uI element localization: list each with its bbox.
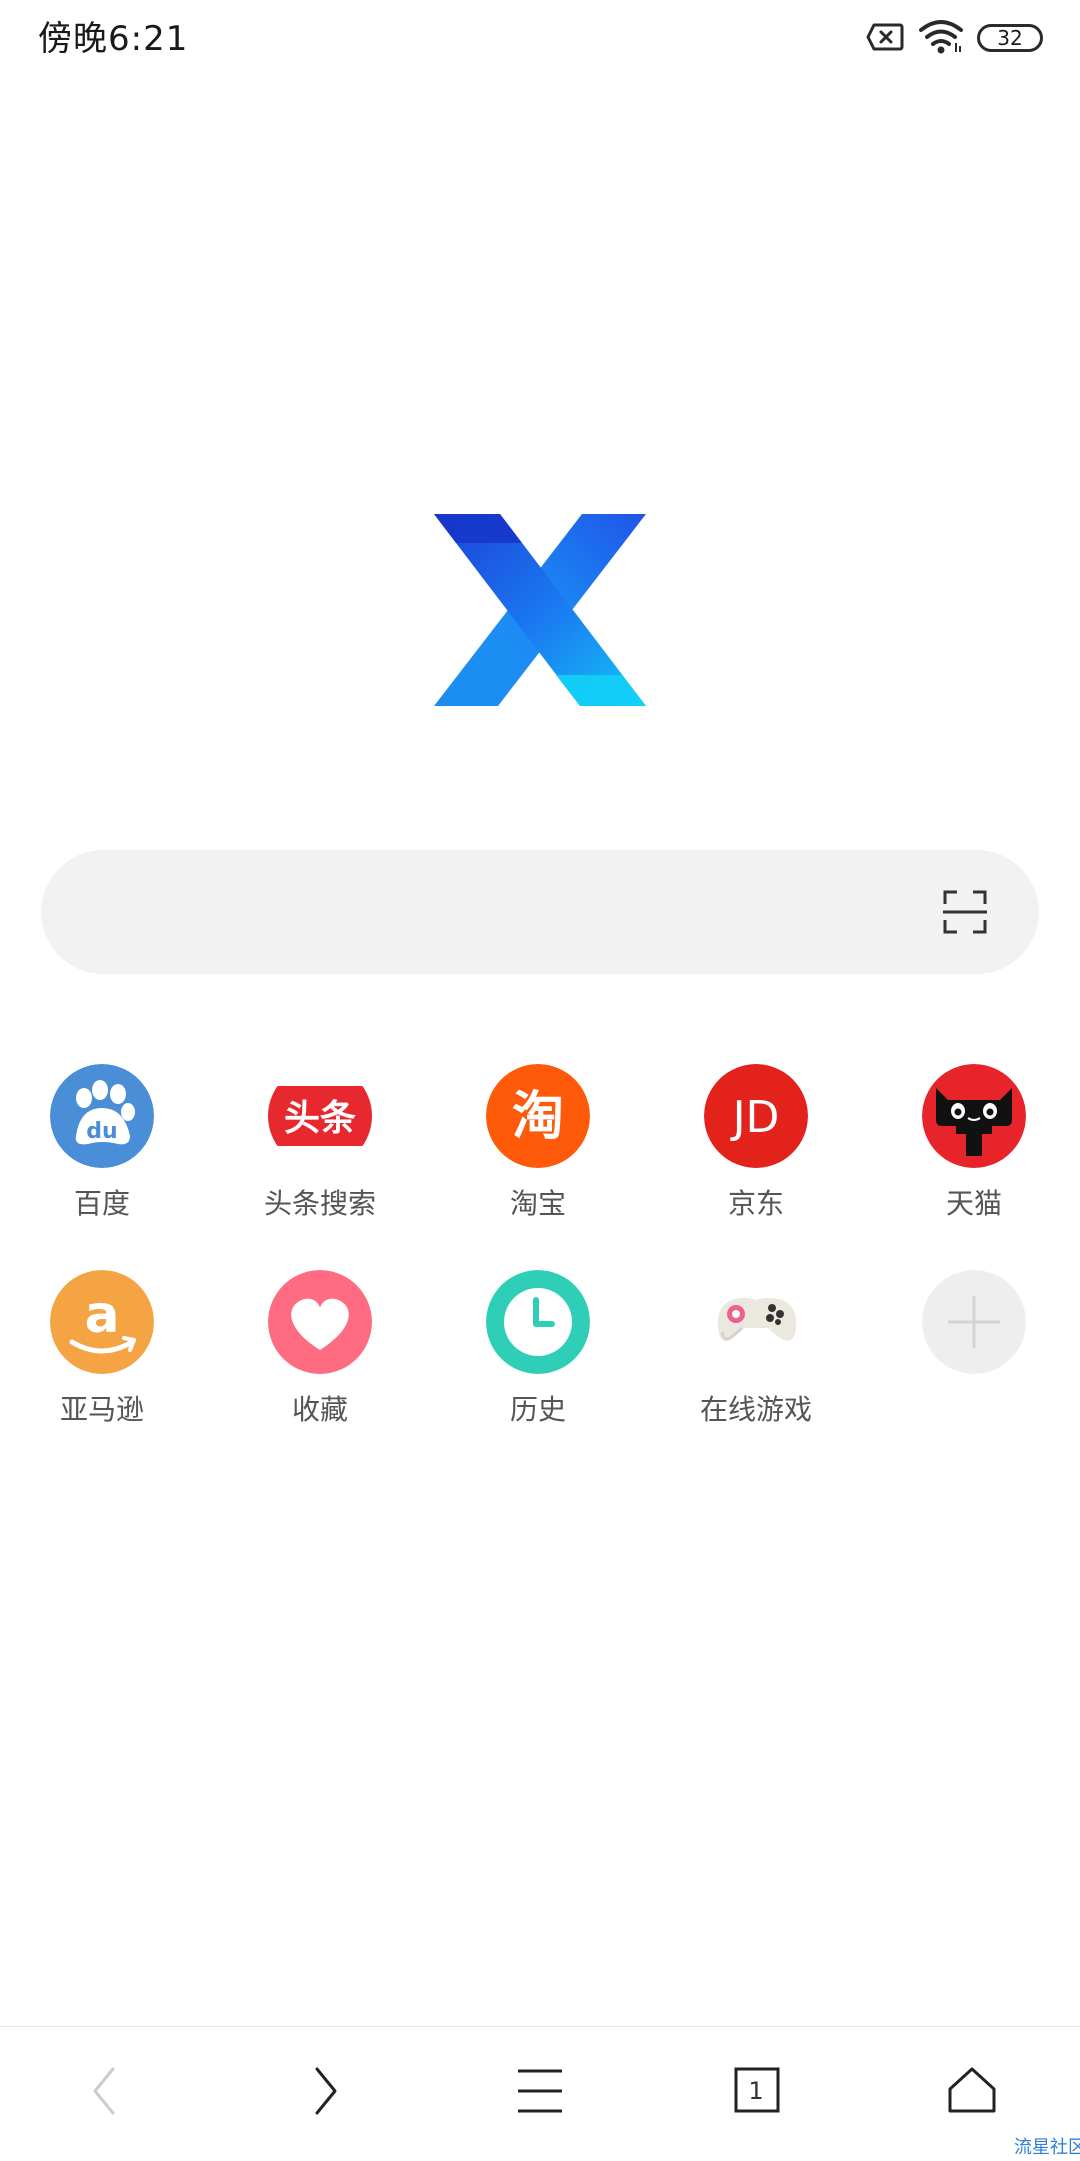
baidu-text: du bbox=[86, 1119, 117, 1144]
shortcut-toutiao-search[interactable]: 头条 头条搜索 bbox=[230, 1064, 410, 1234]
baidu-icon: du bbox=[50, 1064, 154, 1168]
home-icon bbox=[948, 2067, 996, 2113]
favorites-heart-icon bbox=[268, 1270, 372, 1374]
amazon-icon: a bbox=[50, 1270, 154, 1374]
status-bar: 傍晚6:21 32 bbox=[0, 0, 1080, 80]
toutiao-icon: 头条 bbox=[268, 1064, 372, 1168]
shortcut-tmall[interactable]: 天猫 bbox=[884, 1064, 1064, 1234]
scan-icon bbox=[943, 890, 987, 934]
forward-button[interactable] bbox=[265, 2027, 385, 2161]
shortcut-jd[interactable]: JD 京东 bbox=[666, 1064, 846, 1234]
shortcut-label: 在线游戏 bbox=[699, 1393, 812, 1426]
watermark: 流星社区 bbox=[1014, 2137, 1080, 2158]
back-icon bbox=[93, 2067, 115, 2115]
menu-button[interactable] bbox=[480, 2027, 600, 2161]
jd-text: JD bbox=[730, 1092, 780, 1143]
add-icon bbox=[922, 1270, 1026, 1374]
add-shortcut-button[interactable] bbox=[884, 1270, 1064, 1440]
menu-icon bbox=[518, 2069, 562, 2113]
bottom-nav: 1 bbox=[0, 2026, 1080, 2161]
back-button[interactable] bbox=[45, 2027, 165, 2161]
shortcut-label: 头条搜索 bbox=[263, 1187, 376, 1220]
search-input[interactable] bbox=[91, 850, 915, 976]
shortcut-label: 历史 bbox=[509, 1393, 566, 1426]
taobao-icon: 淘 bbox=[486, 1064, 590, 1168]
shortcut-label: 京东 bbox=[727, 1187, 784, 1220]
tabs-button[interactable]: 1 bbox=[696, 2027, 816, 2161]
amazon-text: a bbox=[84, 1285, 119, 1345]
history-clock-icon bbox=[486, 1270, 590, 1374]
status-time: 傍晚6:21 bbox=[38, 19, 189, 59]
battery-indicator: 32 bbox=[977, 24, 1043, 52]
shortcut-label: 亚马逊 bbox=[59, 1393, 144, 1426]
shortcut-label: 百度 bbox=[73, 1187, 130, 1220]
forward-icon bbox=[315, 2067, 337, 2115]
shortcut-label: 收藏 bbox=[291, 1393, 348, 1426]
x-logo-icon bbox=[432, 512, 648, 712]
jd-icon: JD bbox=[704, 1064, 808, 1168]
toutiao-text: 头条 bbox=[284, 1098, 356, 1139]
shortcut-history[interactable]: 历史 bbox=[448, 1270, 628, 1440]
taobao-text: 淘 bbox=[512, 1087, 564, 1147]
shortcut-label: 淘宝 bbox=[509, 1187, 566, 1220]
gamepad-icon bbox=[704, 1270, 808, 1374]
tmall-icon bbox=[922, 1064, 1026, 1168]
shortcut-baidu[interactable]: du 百度 bbox=[12, 1064, 192, 1234]
search-bar[interactable] bbox=[41, 850, 1039, 976]
shortcut-label: 天猫 bbox=[945, 1187, 1002, 1220]
shortcut-amazon[interactable]: a 亚马逊 bbox=[12, 1270, 192, 1440]
shortcut-online-games[interactable]: 在线游戏 bbox=[666, 1270, 846, 1440]
sim-x-icon bbox=[866, 22, 904, 56]
wifi-icon bbox=[918, 19, 964, 59]
scan-button[interactable] bbox=[923, 870, 1007, 954]
shortcut-favorites[interactable]: 收藏 bbox=[230, 1270, 410, 1440]
shortcut-taobao[interactable]: 淘 淘宝 bbox=[448, 1064, 628, 1234]
tab-count: 1 bbox=[748, 2077, 764, 2105]
